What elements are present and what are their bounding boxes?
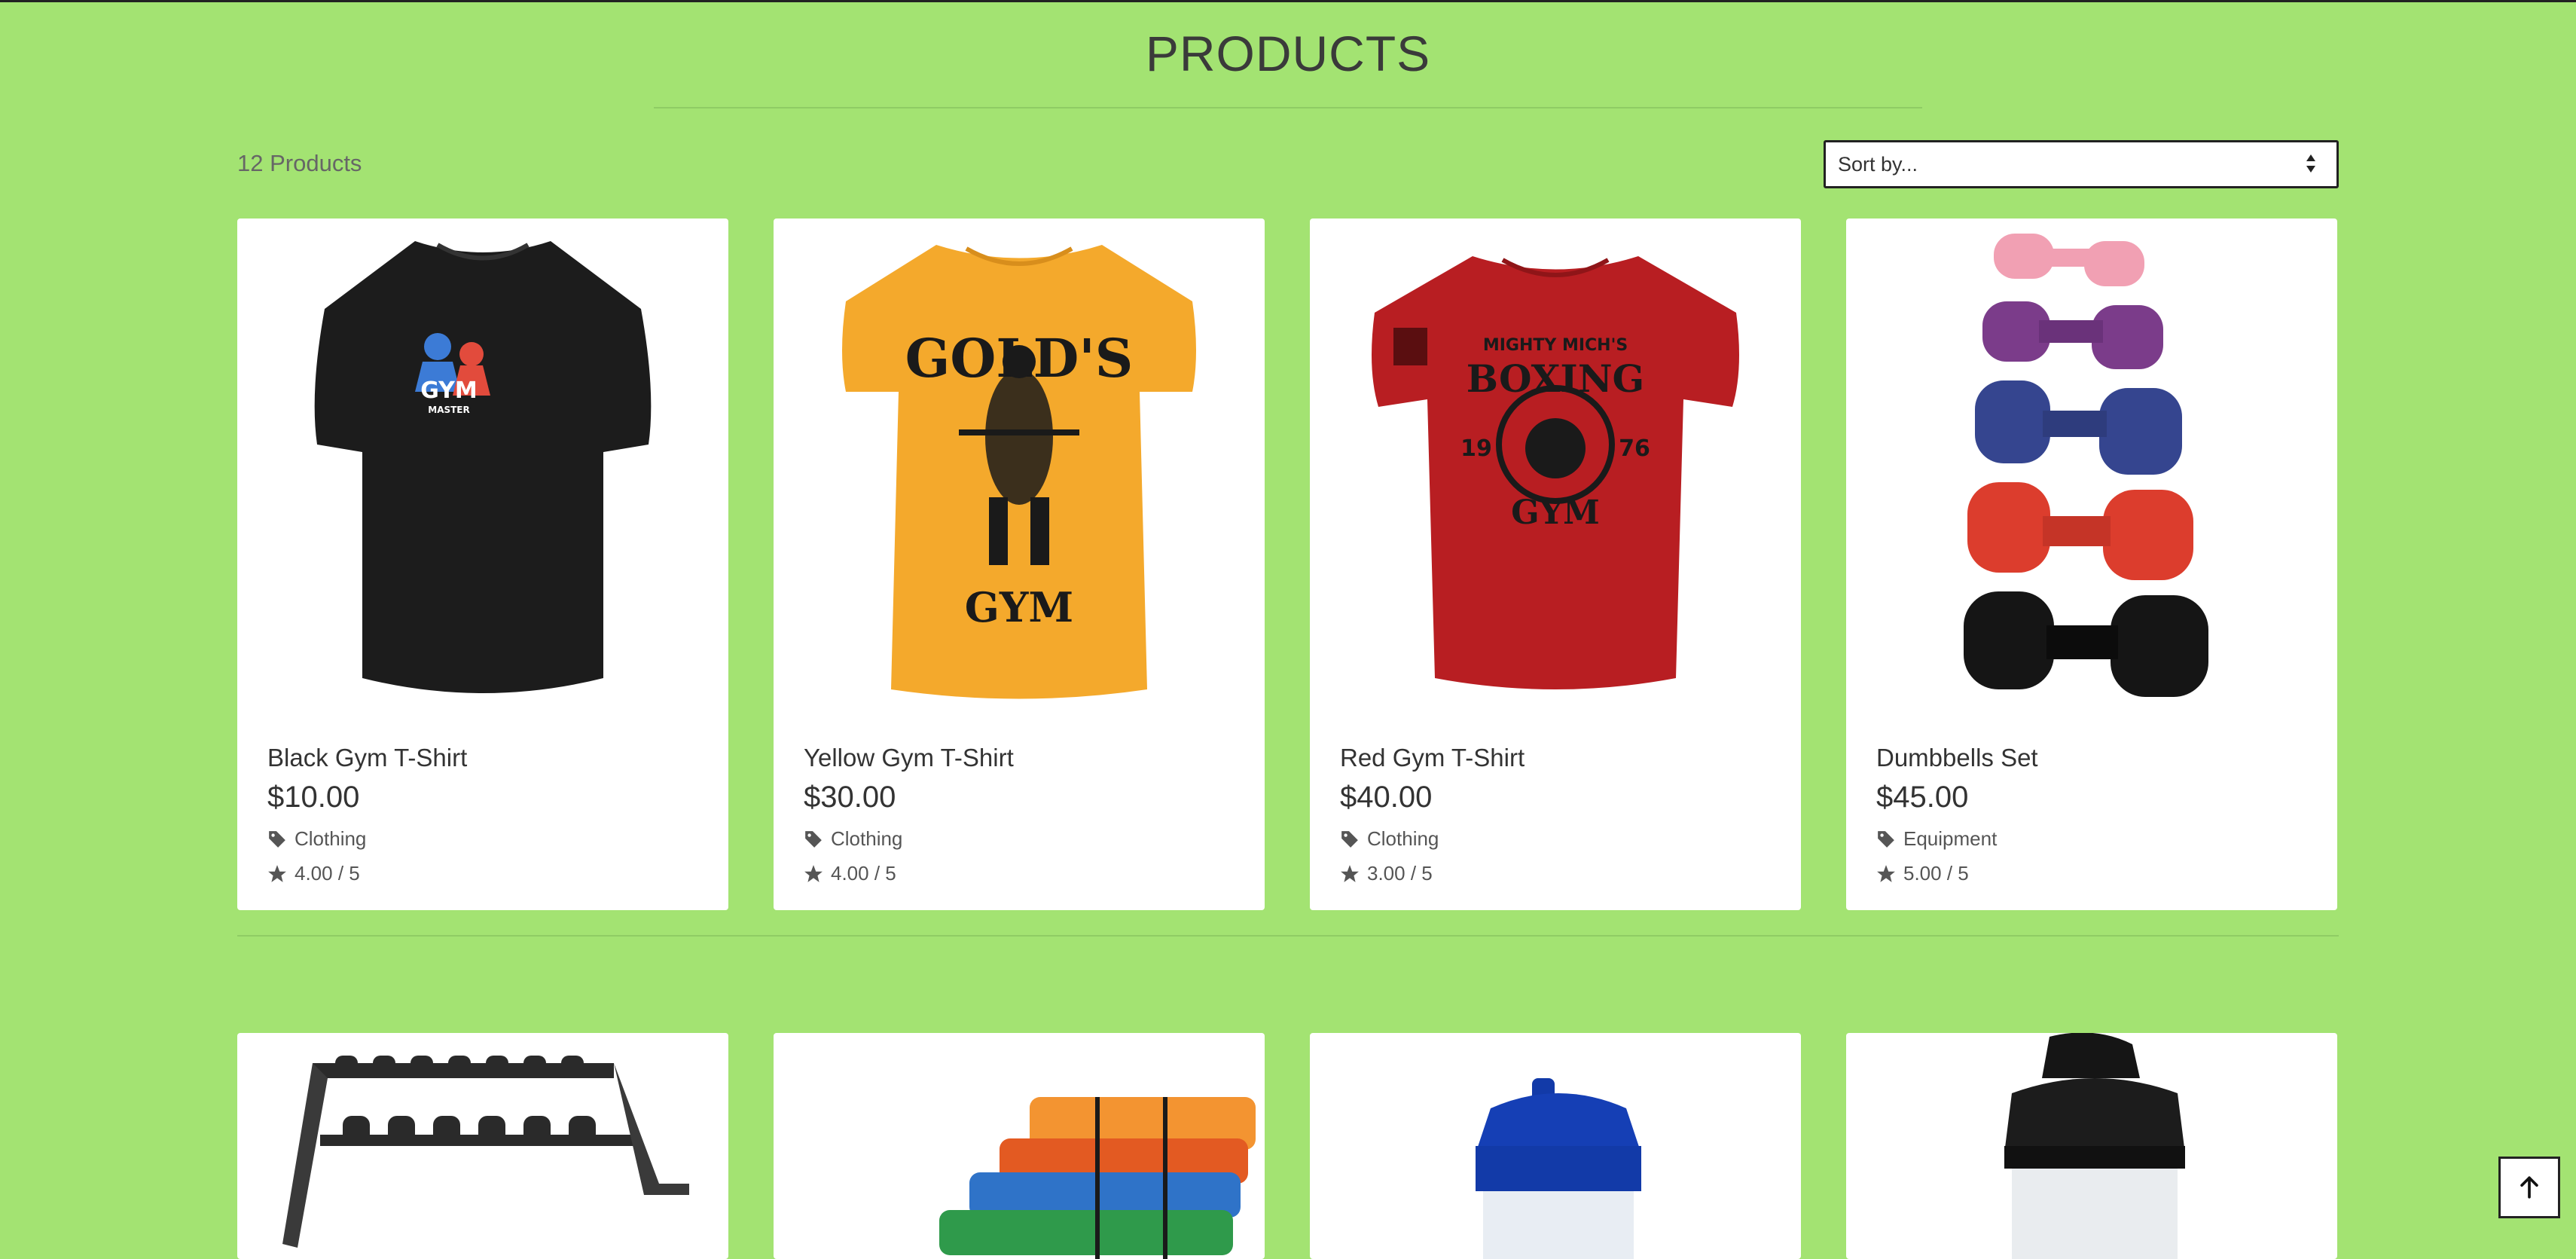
- product-rating-value: 4.00 / 5: [295, 862, 360, 885]
- product-category-label: Clothing: [295, 827, 367, 850]
- product-category[interactable]: Clothing: [804, 827, 902, 851]
- sort-select-value: Sort by...: [1838, 152, 1918, 176]
- product-category-label: Clothing: [1367, 827, 1439, 850]
- product-rating-value: 5.00 / 5: [1903, 862, 1969, 885]
- product-price: $30.00: [804, 781, 896, 814]
- product-card[interactable]: [774, 1033, 1265, 1259]
- product-name[interactable]: Black Gym T-Shirt: [267, 744, 467, 772]
- product-rating-value: 3.00 / 5: [1367, 862, 1433, 885]
- svg-text:MASTER: MASTER: [428, 405, 470, 415]
- svg-text:76: 76: [1619, 435, 1650, 462]
- product-image[interactable]: GOLD'S GYM: [774, 218, 1265, 716]
- back-to-top-button[interactable]: [2498, 1157, 2560, 1218]
- product-card[interactable]: [237, 1033, 728, 1259]
- page-title: PRODUCTS: [1145, 26, 1431, 81]
- blue-shaker-image[interactable]: [1310, 1033, 1801, 1259]
- product-image[interactable]: [1846, 218, 2337, 716]
- star-icon: [268, 864, 286, 882]
- product-name[interactable]: Yellow Gym T-Shirt: [804, 744, 1014, 772]
- product-rating: 4.00 / 5: [804, 862, 896, 885]
- sort-arrows-icon: [2306, 154, 2315, 173]
- product-category[interactable]: Equipment: [1876, 827, 1997, 851]
- svg-text:GYM: GYM: [1511, 494, 1600, 532]
- product-card[interactable]: Dumbbells Set $45.00 Equipment 5.00 / 5: [1846, 218, 2337, 910]
- tag-icon: [1878, 830, 1894, 848]
- tag-icon: [805, 830, 822, 848]
- product-image[interactable]: MIGHTY MICH'S BOXING 19 76 GYM: [1310, 218, 1801, 716]
- product-count: 12 Products: [237, 150, 362, 176]
- product-card[interactable]: GYM MASTER Black Gym T-Shirt $10.00 Clot…: [237, 218, 728, 910]
- black-shaker-image[interactable]: [1846, 1033, 2337, 1259]
- star-icon: [1877, 864, 1895, 882]
- svg-text:19: 19: [1460, 435, 1492, 462]
- product-name[interactable]: Dumbbells Set: [1876, 744, 2038, 772]
- product-price: $40.00: [1340, 781, 1433, 814]
- dumbbells-image: [1964, 234, 2208, 697]
- tag-icon: [269, 830, 285, 848]
- product-price: $10.00: [267, 781, 360, 814]
- product-category[interactable]: Clothing: [1340, 827, 1439, 851]
- product-price: $45.00: [1876, 781, 1969, 814]
- product-name[interactable]: Red Gym T-Shirt: [1340, 744, 1525, 772]
- black-tshirt-image: GYM MASTER: [314, 241, 652, 693]
- product-rating: 5.00 / 5: [1876, 862, 1969, 885]
- product-rating: 3.00 / 5: [1340, 862, 1433, 885]
- product-category-label: Equipment: [1903, 827, 1998, 850]
- arrow-up-icon: [2520, 1176, 2538, 1199]
- product-card[interactable]: GOLD'S GYM Yellow Gym T-Shirt $30.00 Clo…: [774, 218, 1265, 910]
- product-card[interactable]: [1310, 1033, 1801, 1259]
- resistance-bands-image[interactable]: [774, 1033, 1265, 1259]
- title-divider: [654, 107, 1922, 108]
- row-divider: [237, 935, 2339, 937]
- product-card[interactable]: MIGHTY MICH'S BOXING 19 76 GYM Red Gym T…: [1310, 218, 1801, 910]
- red-tshirt-image: MIGHTY MICH'S BOXING 19 76 GYM: [1372, 256, 1739, 689]
- product-category-label: Clothing: [831, 827, 903, 850]
- tag-icon: [1341, 830, 1358, 848]
- svg-text:GYM: GYM: [420, 377, 478, 404]
- product-card[interactable]: [1846, 1033, 2337, 1259]
- dumbbell-rack-image[interactable]: [237, 1033, 728, 1259]
- svg-text:BOXING: BOXING: [1467, 356, 1644, 401]
- product-rating: 4.00 / 5: [267, 862, 360, 885]
- star-icon: [804, 864, 823, 882]
- product-category[interactable]: Clothing: [267, 827, 366, 851]
- product-image[interactable]: GYM MASTER: [237, 218, 728, 716]
- star-icon: [1341, 864, 1359, 882]
- sort-select[interactable]: Sort by...: [1824, 140, 2339, 188]
- product-rating-value: 4.00 / 5: [831, 862, 896, 885]
- svg-text:GYM: GYM: [965, 583, 1073, 631]
- svg-text:MIGHTY MICH'S: MIGHTY MICH'S: [1483, 336, 1628, 355]
- yellow-tshirt-image: GOLD'S GYM: [842, 245, 1196, 699]
